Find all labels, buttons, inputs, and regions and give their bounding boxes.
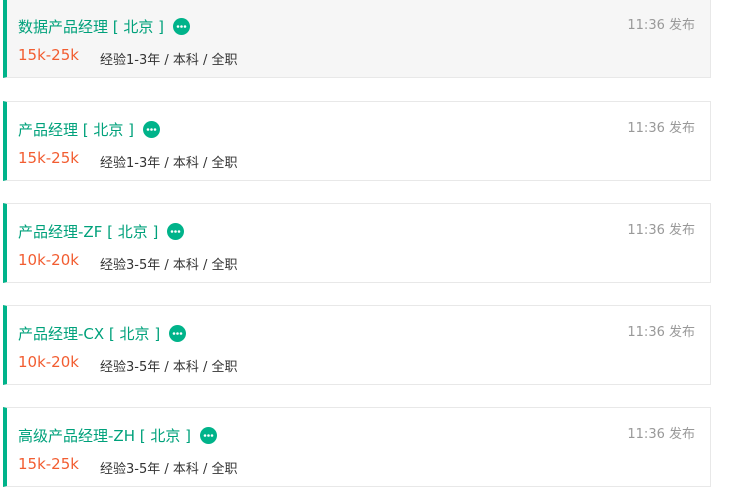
job-card[interactable]: 产品经理-CX [ 北京 ] 10k-20k 经验3-5年 / 本科 / 全职 … [3,305,711,385]
publish-time: 11:36 发布 [627,223,695,238]
chat-bubble-icon[interactable] [199,426,217,444]
job-title-link[interactable]: 数据产品经理 [ 北京 ] [18,16,164,37]
publish-time: 11:36 发布 [627,18,695,33]
job-title-row: 高级产品经理-ZH [ 北京 ] [18,424,217,446]
salary-range: 10k-20k [18,353,79,371]
job-title-link[interactable]: 产品经理-ZF [ 北京 ] [18,221,158,242]
chat-bubble-icon[interactable] [143,120,161,138]
job-title-link[interactable]: 高级产品经理-ZH [ 北京 ] [18,425,191,446]
job-card[interactable]: 产品经理-ZF [ 北京 ] 10k-20k 经验3-5年 / 本科 / 全职 … [3,203,711,283]
job-title-row: 产品经理-ZF [ 北京 ] [18,220,185,242]
salary-range: 15k-25k [18,455,79,473]
job-title-link[interactable]: 产品经理-CX [ 北京 ] [18,323,160,344]
job-requirements: 经验3-5年 / 本科 / 全职 [100,360,238,375]
salary-range: 15k-25k [18,149,79,167]
job-card[interactable]: 产品经理 [ 北京 ] 15k-25k 经验1-3年 / 本科 / 全职 11:… [3,101,711,181]
job-title-row: 数据产品经理 [ 北京 ] [18,15,191,37]
job-title-link[interactable]: 产品经理 [ 北京 ] [18,119,134,140]
job-card[interactable]: 高级产品经理-ZH [ 北京 ] 15k-25k 经验3-5年 / 本科 / 全… [3,407,711,487]
publish-time: 11:36 发布 [627,121,695,136]
chat-bubble-icon[interactable] [169,324,187,342]
salary-range: 15k-25k [18,46,79,64]
job-requirements: 经验1-3年 / 本科 / 全职 [100,53,238,68]
salary-range: 10k-20k [18,251,79,269]
job-title-row: 产品经理-CX [ 北京 ] [18,322,187,344]
job-list: 数据产品经理 [ 北京 ] 15k-25k 经验1-3年 / 本科 / 全职 1… [0,0,729,494]
chat-bubble-icon[interactable] [173,17,191,35]
publish-time: 11:36 发布 [627,427,695,442]
job-requirements: 经验3-5年 / 本科 / 全职 [100,258,238,273]
chat-bubble-icon[interactable] [167,222,185,240]
job-card[interactable]: 数据产品经理 [ 北京 ] 15k-25k 经验1-3年 / 本科 / 全职 1… [3,0,711,78]
job-title-row: 产品经理 [ 北京 ] [18,118,161,140]
job-requirements: 经验3-5年 / 本科 / 全职 [100,462,238,477]
publish-time: 11:36 发布 [627,325,695,340]
job-requirements: 经验1-3年 / 本科 / 全职 [100,156,238,171]
